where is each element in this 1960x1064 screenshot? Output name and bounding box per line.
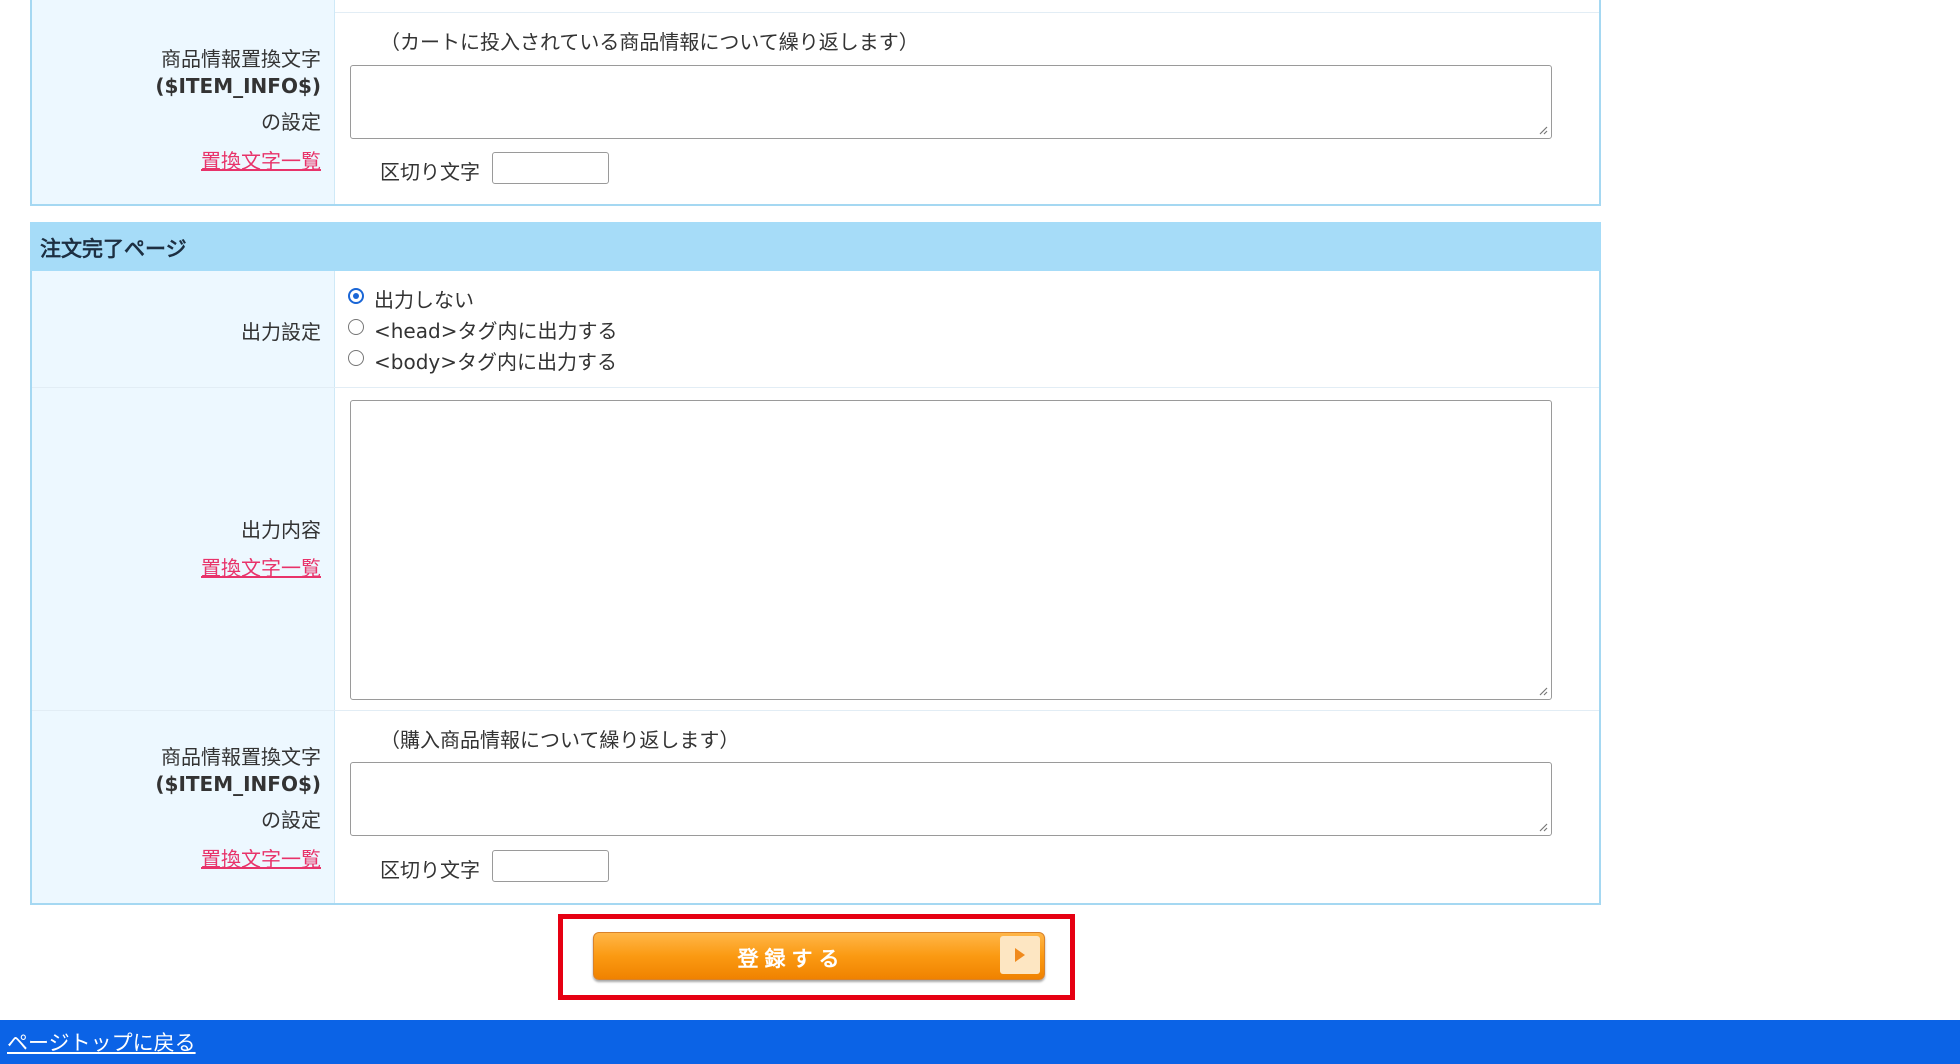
- cart-item-info-row: 商品情報置換文字 ($ITEM_INFO$) の設定 置換文字一覧 （カートに投…: [32, 0, 1599, 204]
- replace-list-link[interactable]: 置換文字一覧: [201, 145, 321, 174]
- submit-highlight-box: 登録する: [558, 914, 1075, 1000]
- resize-grip-icon[interactable]: [1538, 686, 1548, 696]
- delimiter-label: 区切り文字: [380, 858, 480, 882]
- replace-list-link[interactable]: 置換文字一覧: [201, 552, 321, 581]
- output-setting-label-cell: 出力設定: [32, 271, 335, 387]
- register-button-label: 登録する: [737, 947, 846, 971]
- output-content-label: 出力内容: [241, 518, 321, 542]
- radio-head-output-label[interactable]: <head>タグ内に出力する: [374, 315, 617, 344]
- order-item-info-label-cell: 商品情報置換文字 ($ITEM_INFO$) の設定 置換文字一覧: [32, 711, 335, 903]
- resize-grip-icon[interactable]: [1538, 125, 1548, 135]
- cart-item-info-textarea[interactable]: [350, 65, 1552, 139]
- delimiter-input[interactable]: [492, 850, 609, 882]
- cart-settings-table: 商品情報置換文字 ($ITEM_INFO$) の設定 置換文字一覧 （カートに投…: [30, 0, 1601, 206]
- radio-no-output-label[interactable]: 出力しない: [374, 284, 474, 313]
- register-button[interactable]: 登録する: [593, 932, 1045, 980]
- cart-item-info-note: （カートに投入されている商品情報について繰り返します）: [380, 30, 919, 54]
- footer-bar: ページトップに戻る: [0, 1020, 1960, 1064]
- arrow-right-icon: [1000, 936, 1040, 974]
- delimiter-label: 区切り文字: [380, 160, 480, 184]
- item-info-label-line3: の設定: [261, 808, 321, 832]
- replace-list-link[interactable]: 置換文字一覧: [201, 843, 321, 872]
- item-info-label-line2: ($ITEM_INFO$): [155, 772, 321, 796]
- row-divider: [335, 12, 1599, 13]
- page-top-link[interactable]: ページトップに戻る: [7, 1027, 196, 1057]
- item-info-label-line1: 商品情報置換文字: [161, 47, 321, 71]
- order-item-info-note: （購入商品情報について繰り返します）: [380, 728, 740, 752]
- output-setting-label: 出力設定: [241, 320, 321, 344]
- output-setting-row: 出力設定 出力しない <head>タグ内に出力する <body>タグ内に出力する: [32, 271, 1599, 387]
- output-content-textarea[interactable]: [350, 400, 1552, 700]
- order-complete-section-header: 注文完了ページ: [30, 222, 1601, 272]
- order-item-info-row: 商品情報置換文字 ($ITEM_INFO$) の設定 置換文字一覧 （購入商品情…: [32, 711, 1599, 903]
- order-complete-table: 出力設定 出力しない <head>タグ内に出力する <body>タグ内に出力する…: [30, 271, 1601, 905]
- item-info-label-line3: の設定: [261, 110, 321, 134]
- cart-item-info-label-cell: 商品情報置換文字 ($ITEM_INFO$) の設定 置換文字一覧: [32, 0, 335, 204]
- item-info-label-line1: 商品情報置換文字: [161, 745, 321, 769]
- output-content-label-cell: 出力内容 置換文字一覧: [32, 388, 335, 710]
- radio-no-output[interactable]: [348, 288, 364, 304]
- item-info-label-line2: ($ITEM_INFO$): [155, 74, 321, 98]
- output-content-row: 出力内容 置換文字一覧: [32, 388, 1599, 710]
- delimiter-input[interactable]: [492, 152, 609, 184]
- resize-grip-icon[interactable]: [1538, 822, 1548, 832]
- order-item-info-textarea[interactable]: [350, 762, 1552, 836]
- radio-body-output-label[interactable]: <body>タグ内に出力する: [374, 346, 617, 375]
- radio-body-output[interactable]: [348, 350, 364, 366]
- radio-head-output[interactable]: [348, 319, 364, 335]
- section-title: 注文完了ページ: [40, 237, 187, 261]
